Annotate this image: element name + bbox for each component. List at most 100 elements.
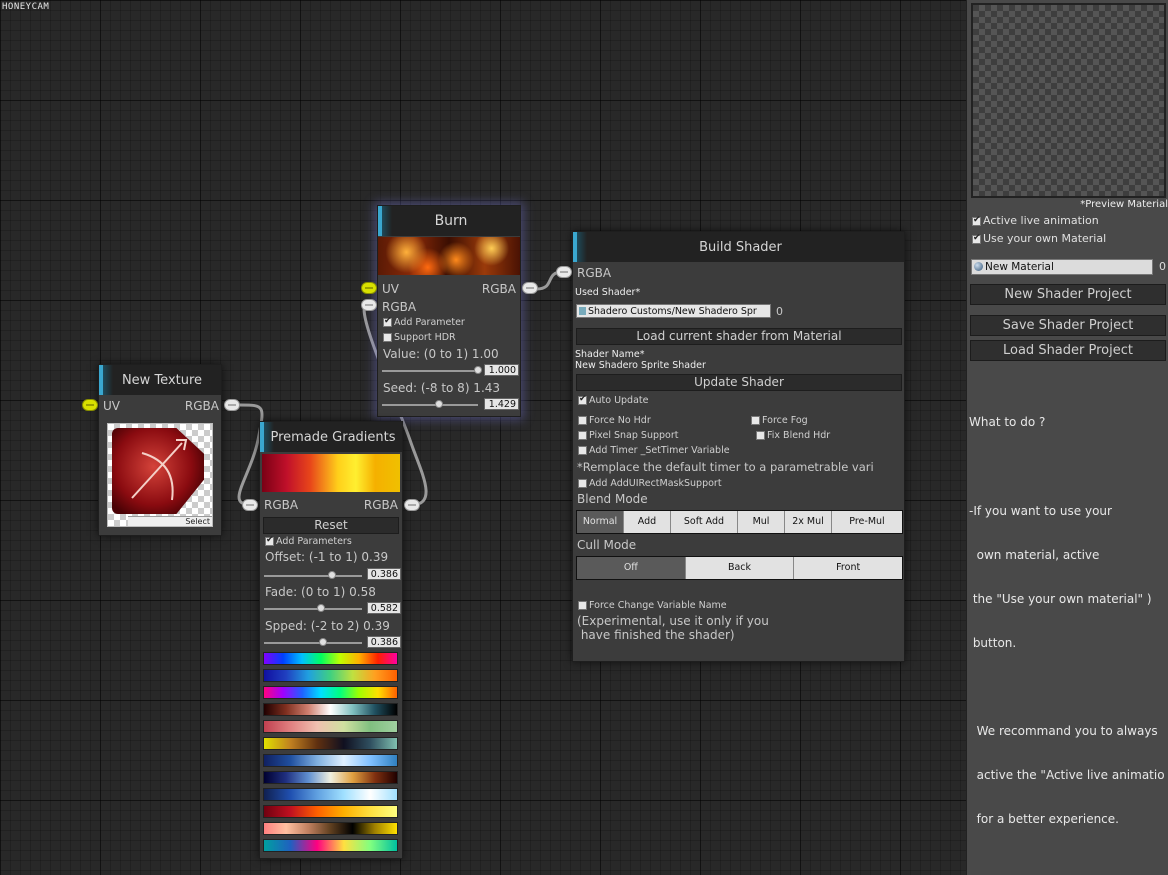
gradient-swatch[interactable]	[263, 720, 398, 733]
blend-mul-button[interactable]: Mul	[738, 511, 785, 533]
gradient-swatch[interactable]	[263, 686, 398, 699]
gradient-swatch[interactable]	[263, 839, 398, 852]
preview-material-viewport[interactable]	[971, 3, 1166, 198]
burn-rgba-out-port[interactable]	[522, 282, 538, 294]
gradient-swatch[interactable]	[263, 822, 398, 835]
blend-mode-selector[interactable]: Normal Add Soft Add Mul 2x Mul Pre-Mul	[576, 510, 903, 534]
node-build-shader[interactable]: Build Shader RGBA Used Shader* Shadero C…	[572, 231, 905, 662]
update-shader-button[interactable]: Update Shader	[576, 374, 902, 391]
checkbox-icon[interactable]	[972, 233, 981, 244]
speed-field[interactable]: 0.386	[367, 636, 401, 648]
checkbox-icon[interactable]	[751, 416, 760, 425]
add-timer-checkbox[interactable]: Add Timer _SetTimer Variable	[578, 445, 730, 456]
checkbox-icon[interactable]	[972, 215, 981, 226]
material-field[interactable]: New Material	[971, 259, 1153, 275]
gradient-swatch[interactable]	[263, 652, 398, 665]
texture-preview[interactable]: Select	[107, 423, 213, 527]
shader-name-value[interactable]: New Shadero Sprite Shader	[575, 360, 706, 371]
support-hdr-checkbox[interactable]: Support HDR	[383, 332, 456, 343]
new-texture-uv-port[interactable]	[82, 399, 98, 411]
fade-slider[interactable]	[264, 604, 362, 612]
new-shader-project-button[interactable]: New Shader Project	[970, 284, 1166, 305]
fix-blend-hdr-checkbox[interactable]: Fix Blend Hdr	[756, 430, 830, 441]
checkbox-icon[interactable]	[578, 479, 587, 488]
gradient-swatch[interactable]	[263, 805, 398, 818]
gradient-swatch[interactable]	[263, 669, 398, 682]
use-own-material-checkbox[interactable]: Use your own Material	[972, 232, 1106, 245]
add-timer-label: Add Timer _SetTimer Variable	[589, 445, 730, 456]
force-change-checkbox[interactable]: Force Change Variable Name	[578, 600, 727, 611]
checkbox-icon[interactable]	[756, 431, 765, 440]
blend-normal-button[interactable]: Normal	[577, 511, 624, 533]
node-burn[interactable]: Burn UV RGBA RGBA Add Parameter Support …	[377, 205, 521, 417]
active-live-checkbox[interactable]: Active live animation	[972, 214, 1099, 227]
checkbox-icon[interactable]	[578, 431, 587, 440]
build-shader-rgba-in-port[interactable]	[556, 266, 572, 278]
slider-thumb[interactable]	[434, 400, 443, 408]
force-no-hdr-checkbox[interactable]: Force No Hdr	[578, 415, 651, 426]
load-shader-project-button[interactable]: Load Shader Project	[970, 340, 1166, 361]
slider-thumb[interactable]	[327, 571, 336, 579]
node-title[interactable]: Build Shader	[573, 232, 904, 262]
blend-add-button[interactable]: Add	[624, 511, 671, 533]
gradient-swatch[interactable]	[263, 771, 398, 784]
checkbox-icon[interactable]	[578, 446, 587, 455]
add-parameters-checkbox[interactable]: Add Parameters	[265, 535, 352, 547]
offset-slider[interactable]	[264, 571, 362, 579]
node-title[interactable]: Burn	[378, 206, 520, 236]
node-title[interactable]: Premade Gradients	[260, 422, 402, 452]
gradient-swatch[interactable]	[263, 703, 398, 716]
help-line: What to do ?	[969, 415, 1046, 430]
pixel-snap-checkbox[interactable]: Pixel Snap Support	[578, 430, 678, 441]
cull-front-button[interactable]: Front	[794, 557, 903, 579]
cull-mode-selector[interactable]: Off Back Front	[576, 556, 903, 580]
slider-thumb[interactable]	[474, 366, 482, 374]
gradient-swatch[interactable]	[263, 788, 398, 801]
add-parameter-checkbox[interactable]: Add Parameter	[383, 316, 465, 328]
slider-thumb[interactable]	[317, 604, 326, 612]
blend-pre-mul-button[interactable]: Pre-Mul	[832, 511, 902, 533]
add-rectmask-checkbox[interactable]: Add AddUIRectMaskSupport	[578, 478, 722, 489]
help-line: own material, active	[969, 547, 1100, 562]
new-texture-rgba-out-port[interactable]	[224, 399, 240, 411]
gradients-rgba-out-port[interactable]	[404, 499, 420, 511]
fade-field[interactable]: 0.582	[367, 602, 401, 614]
burn-rgba-in-port[interactable]	[361, 299, 377, 311]
value-slider[interactable]	[382, 366, 482, 374]
node-new-texture[interactable]: New Texture UV RGBA Select	[98, 364, 222, 536]
auto-update-checkbox[interactable]: Auto Update	[578, 394, 648, 406]
checkbox-icon[interactable]	[578, 601, 587, 610]
burn-uv-port[interactable]	[361, 282, 377, 294]
seed-slider[interactable]	[382, 400, 478, 408]
load-current-shader-button[interactable]: Load current shader from Material	[576, 328, 902, 345]
reset-button[interactable]: Reset	[263, 517, 399, 534]
blend-soft-add-button[interactable]: Soft Add	[671, 511, 738, 533]
node-premade-gradients[interactable]: Premade Gradients RGBA RGBA Reset Add Pa…	[259, 421, 403, 859]
save-shader-project-button[interactable]: Save Shader Project	[970, 315, 1166, 336]
speed-slider[interactable]	[264, 638, 362, 646]
cull-back-button[interactable]: Back	[685, 557, 795, 579]
node-title[interactable]: New Texture	[99, 365, 221, 395]
slider-thumb[interactable]	[318, 638, 327, 646]
checkbox-icon[interactable]	[578, 416, 587, 425]
gradient-swatch[interactable]	[263, 754, 398, 767]
gradients-rgba-in-port[interactable]	[242, 499, 258, 511]
gradient-swatch[interactable]	[263, 737, 398, 750]
port-label-rgba: RGBA	[577, 266, 612, 280]
experimental-note-1: (Experimental, use it only if you	[577, 614, 769, 628]
blend-2x-mul-button[interactable]: 2x Mul	[785, 511, 832, 533]
add-rectmask-label: Add AddUIRectMaskSupport	[589, 478, 722, 489]
fix-blend-hdr-label: Fix Blend Hdr	[767, 430, 831, 441]
checkbox-icon[interactable]	[265, 535, 274, 546]
force-fog-checkbox[interactable]: Force Fog	[751, 415, 808, 426]
used-shader-field[interactable]: Shadero Customs/New Shadero Spr	[576, 304, 771, 318]
checkbox-icon[interactable]	[578, 394, 587, 405]
value-field[interactable]: 1.000	[484, 364, 519, 376]
seed-field[interactable]: 1.429	[484, 398, 519, 410]
gradient-preview	[262, 454, 400, 492]
offset-field[interactable]: 0.386	[367, 568, 401, 580]
checkbox-icon[interactable]	[383, 333, 392, 342]
cull-off-button[interactable]: Off	[577, 557, 686, 579]
select-button[interactable]: Select	[128, 516, 212, 526]
checkbox-icon[interactable]	[383, 316, 392, 327]
